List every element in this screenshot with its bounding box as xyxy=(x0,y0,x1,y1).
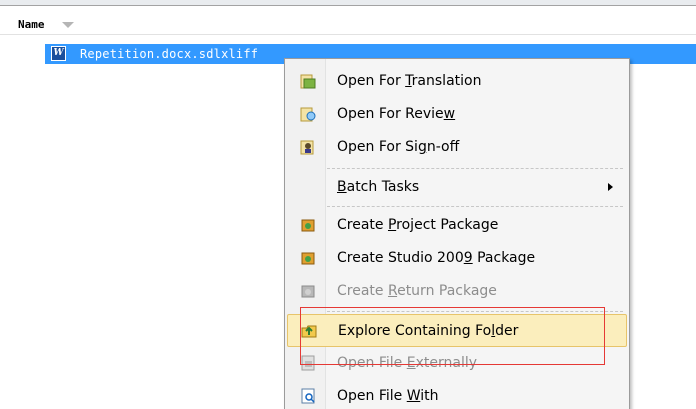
file-explorer-view: Name W Repetition.docx.sdlxliff Open For… xyxy=(0,0,696,409)
column-header[interactable]: Name xyxy=(0,6,696,35)
sort-down-icon[interactable] xyxy=(62,22,74,28)
open-review-icon xyxy=(300,106,316,122)
open-signoff-icon xyxy=(300,139,316,155)
menu-separator xyxy=(327,206,623,207)
return-package-icon xyxy=(300,283,316,299)
menu-item-open-file-with[interactable]: Open File With xyxy=(287,380,627,409)
project-package-icon xyxy=(300,217,316,233)
open-translation-icon xyxy=(300,73,316,89)
menu-item-create-studio-2009-package[interactable]: Create Studio 2009 Package xyxy=(287,242,627,275)
menu-item-open-for-review[interactable]: Open For Review xyxy=(287,98,627,131)
studio-package-icon xyxy=(300,250,316,266)
submenu-arrow-icon xyxy=(608,183,613,191)
menu-item-batch-tasks[interactable]: Batch Tasks xyxy=(287,171,627,204)
menu-separator xyxy=(327,168,623,169)
word-document-icon: W xyxy=(51,46,66,61)
menu-item-open-for-translation[interactable]: Open For Translation xyxy=(287,65,627,98)
name-column-label[interactable]: Name xyxy=(18,18,45,31)
file-name[interactable]: Repetition.docx.sdlxliff xyxy=(80,47,258,61)
menu-item-open-for-sign-off[interactable]: Open For Sign-off xyxy=(287,131,627,164)
highlight-box xyxy=(300,307,605,365)
open-with-icon xyxy=(300,388,316,404)
menu-item-create-return-package[interactable]: Create Return Package xyxy=(287,275,627,308)
menu-item-create-project-package[interactable]: Create Project Package xyxy=(287,209,627,242)
